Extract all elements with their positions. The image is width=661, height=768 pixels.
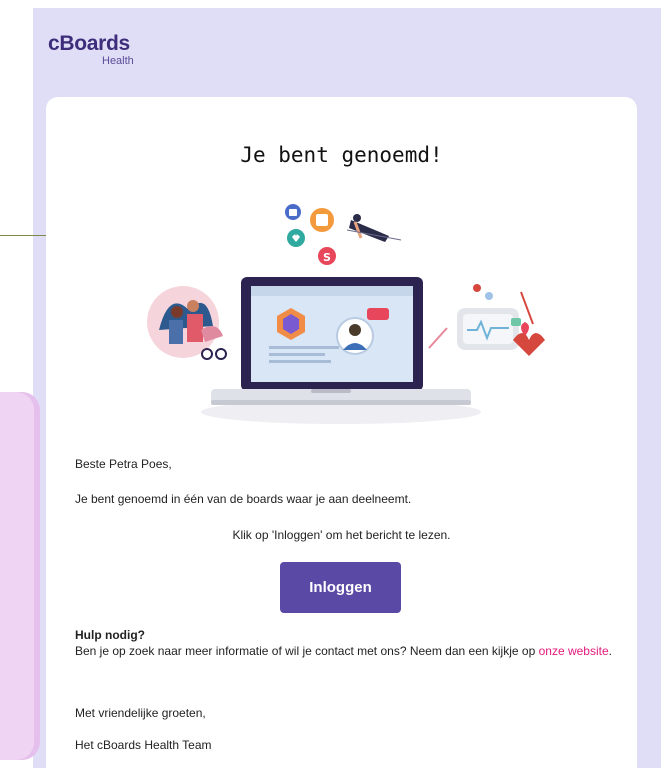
help-text: Ben je op zoek naar meer informatie of w…: [75, 644, 536, 658]
help-heading: Hulp nodig?: [75, 628, 145, 642]
body-text: Je bent genoemd in één van de boards waa…: [75, 492, 412, 506]
svg-text:S: S: [323, 251, 331, 264]
instruction-text: Klik op 'Inloggen' om het bericht te lez…: [232, 528, 451, 542]
email-card: Je bent genoemd! S Beste Petra Poes, Je …: [46, 97, 637, 768]
website-link[interactable]: onze website: [539, 644, 609, 658]
logo-name: cBoards: [48, 32, 130, 55]
closing-text: Met vriendelijke groeten,: [75, 706, 206, 720]
login-button[interactable]: Inloggen: [280, 562, 401, 613]
laptop-icon: [211, 277, 471, 405]
family-illustration-icon: [147, 286, 227, 360]
exercise-figure-icon: [346, 214, 402, 242]
brand-logo: cBoards Health: [48, 32, 134, 68]
help-link-suffix: .: [608, 644, 612, 658]
email-headline: Je bent genoemd!: [240, 143, 443, 167]
medical-devices-icon: [428, 284, 545, 356]
greeting-text: Beste Petra Poes,: [75, 457, 172, 471]
logo-subtitle: Health: [102, 55, 134, 67]
side-panel: [0, 392, 40, 760]
signature-text: Het cBoards Health Team: [75, 738, 212, 752]
telehealth-illustration: S: [147, 204, 545, 424]
help-paragraph: Ben je op zoek naar meer informatie of w…: [75, 643, 615, 659]
